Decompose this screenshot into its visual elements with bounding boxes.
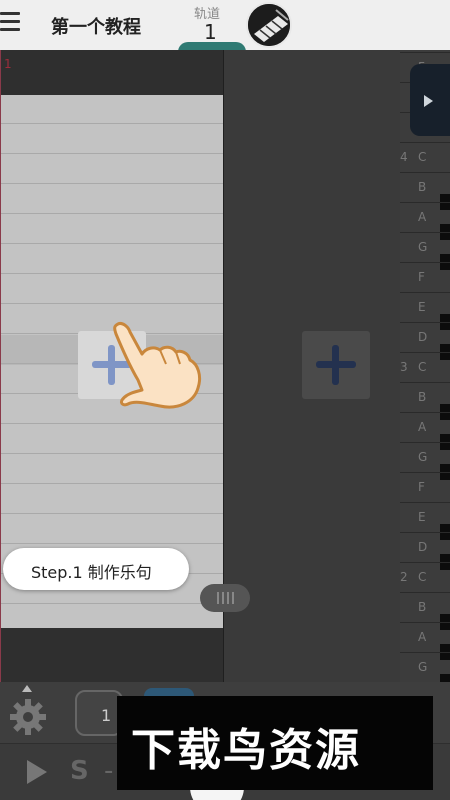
key-note-label: A: [418, 420, 427, 434]
s-label[interactable]: S: [70, 756, 89, 786]
grid-line: [0, 303, 223, 304]
grid-line: [0, 123, 223, 124]
piano-key[interactable]: [400, 472, 450, 502]
number-selector[interactable]: 1: [75, 690, 123, 736]
drag-handle[interactable]: [200, 584, 250, 612]
track-number[interactable]: 1: [204, 20, 217, 44]
play-icon[interactable]: [27, 760, 47, 784]
grid-line: [0, 213, 223, 214]
page-title: 第一个教程: [51, 17, 141, 38]
octave-label: 3: [400, 360, 408, 374]
grid-line: [0, 153, 223, 154]
key-note-label: C: [418, 150, 427, 164]
grid-line: [0, 183, 223, 184]
grid-line: [0, 243, 223, 244]
key-note-label: C: [418, 570, 427, 584]
key-note-label: E: [418, 510, 426, 524]
key-note-label: F: [418, 480, 425, 494]
grid-line: [0, 273, 223, 274]
grid-line: [0, 483, 223, 484]
add-phrase-button-2[interactable]: [302, 331, 370, 399]
grid-line: [0, 423, 223, 424]
piano-keyboard[interactable]: F4CBAGFED3CBAGFED2CBAG: [400, 50, 450, 682]
playhead-line: [0, 50, 1, 682]
collapse-arrow-icon[interactable]: [22, 685, 32, 692]
instrument-avatar[interactable]: [246, 2, 292, 48]
expand-side-button[interactable]: [410, 64, 450, 136]
key-note-label: B: [418, 390, 427, 404]
key-note-label: A: [418, 210, 427, 224]
key-note-label: F: [418, 270, 425, 284]
grid-line: [0, 543, 223, 544]
grid-line: [0, 513, 223, 514]
grid-line: [0, 603, 223, 604]
octave-label: 4: [400, 150, 408, 164]
key-note-label: D: [418, 540, 428, 554]
menu-icon[interactable]: [0, 12, 22, 34]
tutorial-step-text: Step.1 制作乐句: [31, 563, 152, 582]
key-note-label: G: [418, 660, 428, 674]
key-note-label: D: [418, 330, 428, 344]
plus-icon: [316, 345, 356, 385]
key-note-label: G: [418, 450, 428, 464]
measure-number-1: 1: [4, 57, 12, 71]
tutorial-step-tooltip: Step.1 制作乐句: [3, 548, 189, 590]
dash-label: -: [104, 756, 114, 786]
piano-key[interactable]: [400, 262, 450, 292]
key-note-label: B: [418, 600, 427, 614]
key-note-label: C: [418, 360, 427, 374]
gear-icon[interactable]: [8, 697, 48, 737]
key-note-label: E: [418, 300, 426, 314]
pointing-hand-icon: [113, 322, 202, 409]
piano-icon: [248, 4, 290, 46]
key-note-label: B: [418, 180, 427, 194]
black-key[interactable]: [440, 674, 450, 682]
key-note-label: A: [418, 630, 427, 644]
octave-label: 2: [400, 570, 408, 584]
number-selector-value: 1: [101, 706, 112, 725]
editor-bottom-shade: [0, 628, 224, 682]
watermark-text: 下载鸟资源: [131, 725, 361, 776]
key-note-label: G: [418, 240, 428, 254]
watermark-banner: 下载鸟资源: [117, 696, 433, 790]
grid-line: [0, 453, 223, 454]
